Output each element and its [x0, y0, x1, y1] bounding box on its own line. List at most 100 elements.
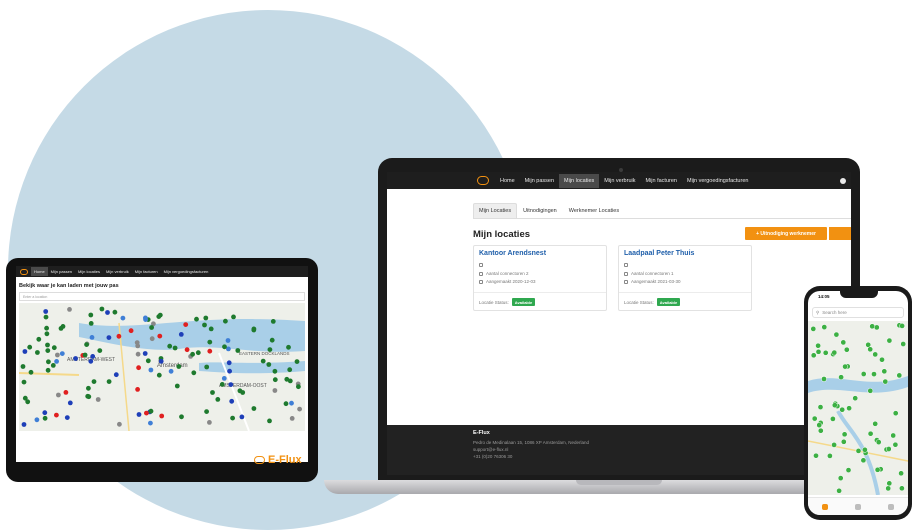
tab-werknemer-locaties[interactable]: Werknemer Locaties: [563, 203, 625, 218]
charger-marker[interactable]: [881, 368, 888, 375]
charger-marker[interactable]: [91, 379, 97, 384]
footer-phone[interactable]: +31 (0)20 76306 30: [473, 454, 512, 459]
tab-map-icon[interactable]: [821, 503, 828, 510]
charger-marker[interactable]: [810, 326, 817, 332]
charger-marker[interactable]: [113, 372, 119, 378]
charger-marker[interactable]: [885, 446, 892, 452]
charger-marker[interactable]: [97, 348, 103, 353]
charger-marker[interactable]: [875, 439, 882, 445]
charger-marker[interactable]: [202, 322, 207, 328]
charger-marker[interactable]: [813, 452, 819, 459]
nav-mijn-passen[interactable]: Mijn passen: [48, 267, 75, 276]
charger-marker[interactable]: [821, 376, 827, 382]
charger-marker[interactable]: [143, 315, 148, 321]
nav-mijn-facturen[interactable]: Mijn facturen: [640, 174, 682, 188]
charger-marker[interactable]: [900, 341, 907, 347]
charger-marker[interactable]: [148, 408, 154, 414]
charger-marker[interactable]: [886, 337, 893, 344]
charger-marker[interactable]: [860, 457, 867, 464]
nav-mijn-vergoedingsfacturen[interactable]: Mijn vergoedingsfacturen: [161, 267, 212, 276]
charger-marker[interactable]: [178, 332, 184, 337]
charger-marker[interactable]: [174, 383, 180, 389]
charger-marker[interactable]: [56, 392, 61, 398]
charger-marker[interactable]: [294, 359, 300, 364]
charger-marker[interactable]: [142, 351, 148, 356]
charger-marker[interactable]: [149, 336, 155, 342]
charger-marker[interactable]: [838, 374, 844, 381]
charger-marker[interactable]: [158, 358, 164, 364]
charger-marker[interactable]: [99, 306, 105, 312]
charger-marker[interactable]: [210, 390, 215, 395]
location-card[interactable]: Laadpaal Peter Thuis Aantal connectoren …: [618, 245, 752, 311]
charger-marker[interactable]: [855, 448, 862, 454]
charger-marker[interactable]: [270, 319, 276, 324]
nav-mijn-verbruik[interactable]: Mijn verbruik: [103, 267, 132, 276]
charger-marker[interactable]: [135, 343, 141, 349]
charger-marker[interactable]: [892, 410, 899, 417]
charger-marker[interactable]: [135, 387, 140, 392]
nav-mijn-facturen[interactable]: Mijn facturen: [132, 267, 161, 276]
charger-marker[interactable]: [136, 365, 141, 371]
charger-marker[interactable]: [145, 358, 151, 364]
charger-marker[interactable]: [149, 325, 155, 330]
charger-marker[interactable]: [168, 368, 174, 374]
charger-marker[interactable]: [831, 349, 838, 356]
location-name[interactable]: Kantoor Arendsnest: [479, 250, 546, 257]
invite-employee-button[interactable]: + Uitnodiging werknemer: [745, 227, 827, 240]
charger-marker[interactable]: [116, 333, 122, 339]
charger-marker[interactable]: [51, 345, 57, 351]
charger-marker[interactable]: [28, 369, 34, 375]
charger-marker[interactable]: [204, 364, 210, 370]
charger-marker[interactable]: [120, 315, 126, 321]
charger-marker[interactable]: [297, 406, 302, 412]
tab-uitnodigingen[interactable]: Uitnodigingen: [517, 203, 563, 218]
charger-marker[interactable]: [840, 339, 847, 346]
charger-marker[interactable]: [25, 399, 31, 405]
charger-marker[interactable]: [207, 348, 213, 354]
charger-marker[interactable]: [60, 324, 66, 329]
charger-marker[interactable]: [67, 307, 72, 312]
charger-marker[interactable]: [871, 371, 877, 377]
charger-marker[interactable]: [225, 338, 231, 343]
nav-home[interactable]: Home: [31, 267, 48, 276]
charger-marker[interactable]: [21, 422, 27, 427]
charger-marker[interactable]: [896, 372, 903, 379]
charger-marker[interactable]: [827, 453, 833, 459]
charger-marker[interactable]: [833, 331, 840, 338]
charger-marker[interactable]: [43, 309, 49, 314]
charger-marker[interactable]: [235, 348, 241, 353]
charger-marker[interactable]: [283, 401, 289, 407]
charger-marker[interactable]: [890, 432, 897, 439]
charger-marker[interactable]: [885, 485, 892, 492]
charger-marker[interactable]: [842, 363, 848, 370]
secondary-orange-button[interactable]: [829, 227, 851, 240]
charger-marker[interactable]: [184, 347, 190, 353]
charger-marker[interactable]: [867, 346, 874, 353]
charger-marker[interactable]: [284, 376, 290, 382]
charger-marker[interactable]: [227, 368, 233, 374]
charger-marker[interactable]: [190, 351, 196, 357]
charger-marker[interactable]: [82, 352, 88, 358]
charger-marker[interactable]: [226, 360, 232, 366]
charger-marker[interactable]: [148, 420, 153, 426]
charger-marker[interactable]: [43, 314, 49, 320]
location-name[interactable]: Laadpaal Peter Thuis: [624, 250, 694, 257]
charger-marker[interactable]: [27, 344, 33, 350]
charger-marker[interactable]: [874, 466, 881, 473]
charger-marker[interactable]: [159, 413, 165, 419]
charger-marker[interactable]: [815, 342, 821, 349]
nav-mijn-vergoedingsfacturen[interactable]: Mijn vergoedingsfacturen: [682, 174, 753, 188]
charger-marker[interactable]: [831, 402, 838, 409]
charger-marker[interactable]: [821, 324, 828, 330]
charger-marker[interactable]: [136, 412, 142, 417]
charger-marker[interactable]: [45, 367, 51, 373]
charger-marker[interactable]: [44, 325, 49, 331]
charger-marker[interactable]: [811, 415, 818, 422]
charger-marker[interactable]: [266, 362, 272, 367]
charger-marker[interactable]: [852, 395, 859, 402]
charger-marker[interactable]: [872, 420, 879, 427]
charger-marker[interactable]: [54, 359, 59, 364]
user-icon[interactable]: [840, 177, 846, 184]
charger-marker[interactable]: [239, 414, 245, 420]
charger-marker[interactable]: [272, 368, 278, 374]
